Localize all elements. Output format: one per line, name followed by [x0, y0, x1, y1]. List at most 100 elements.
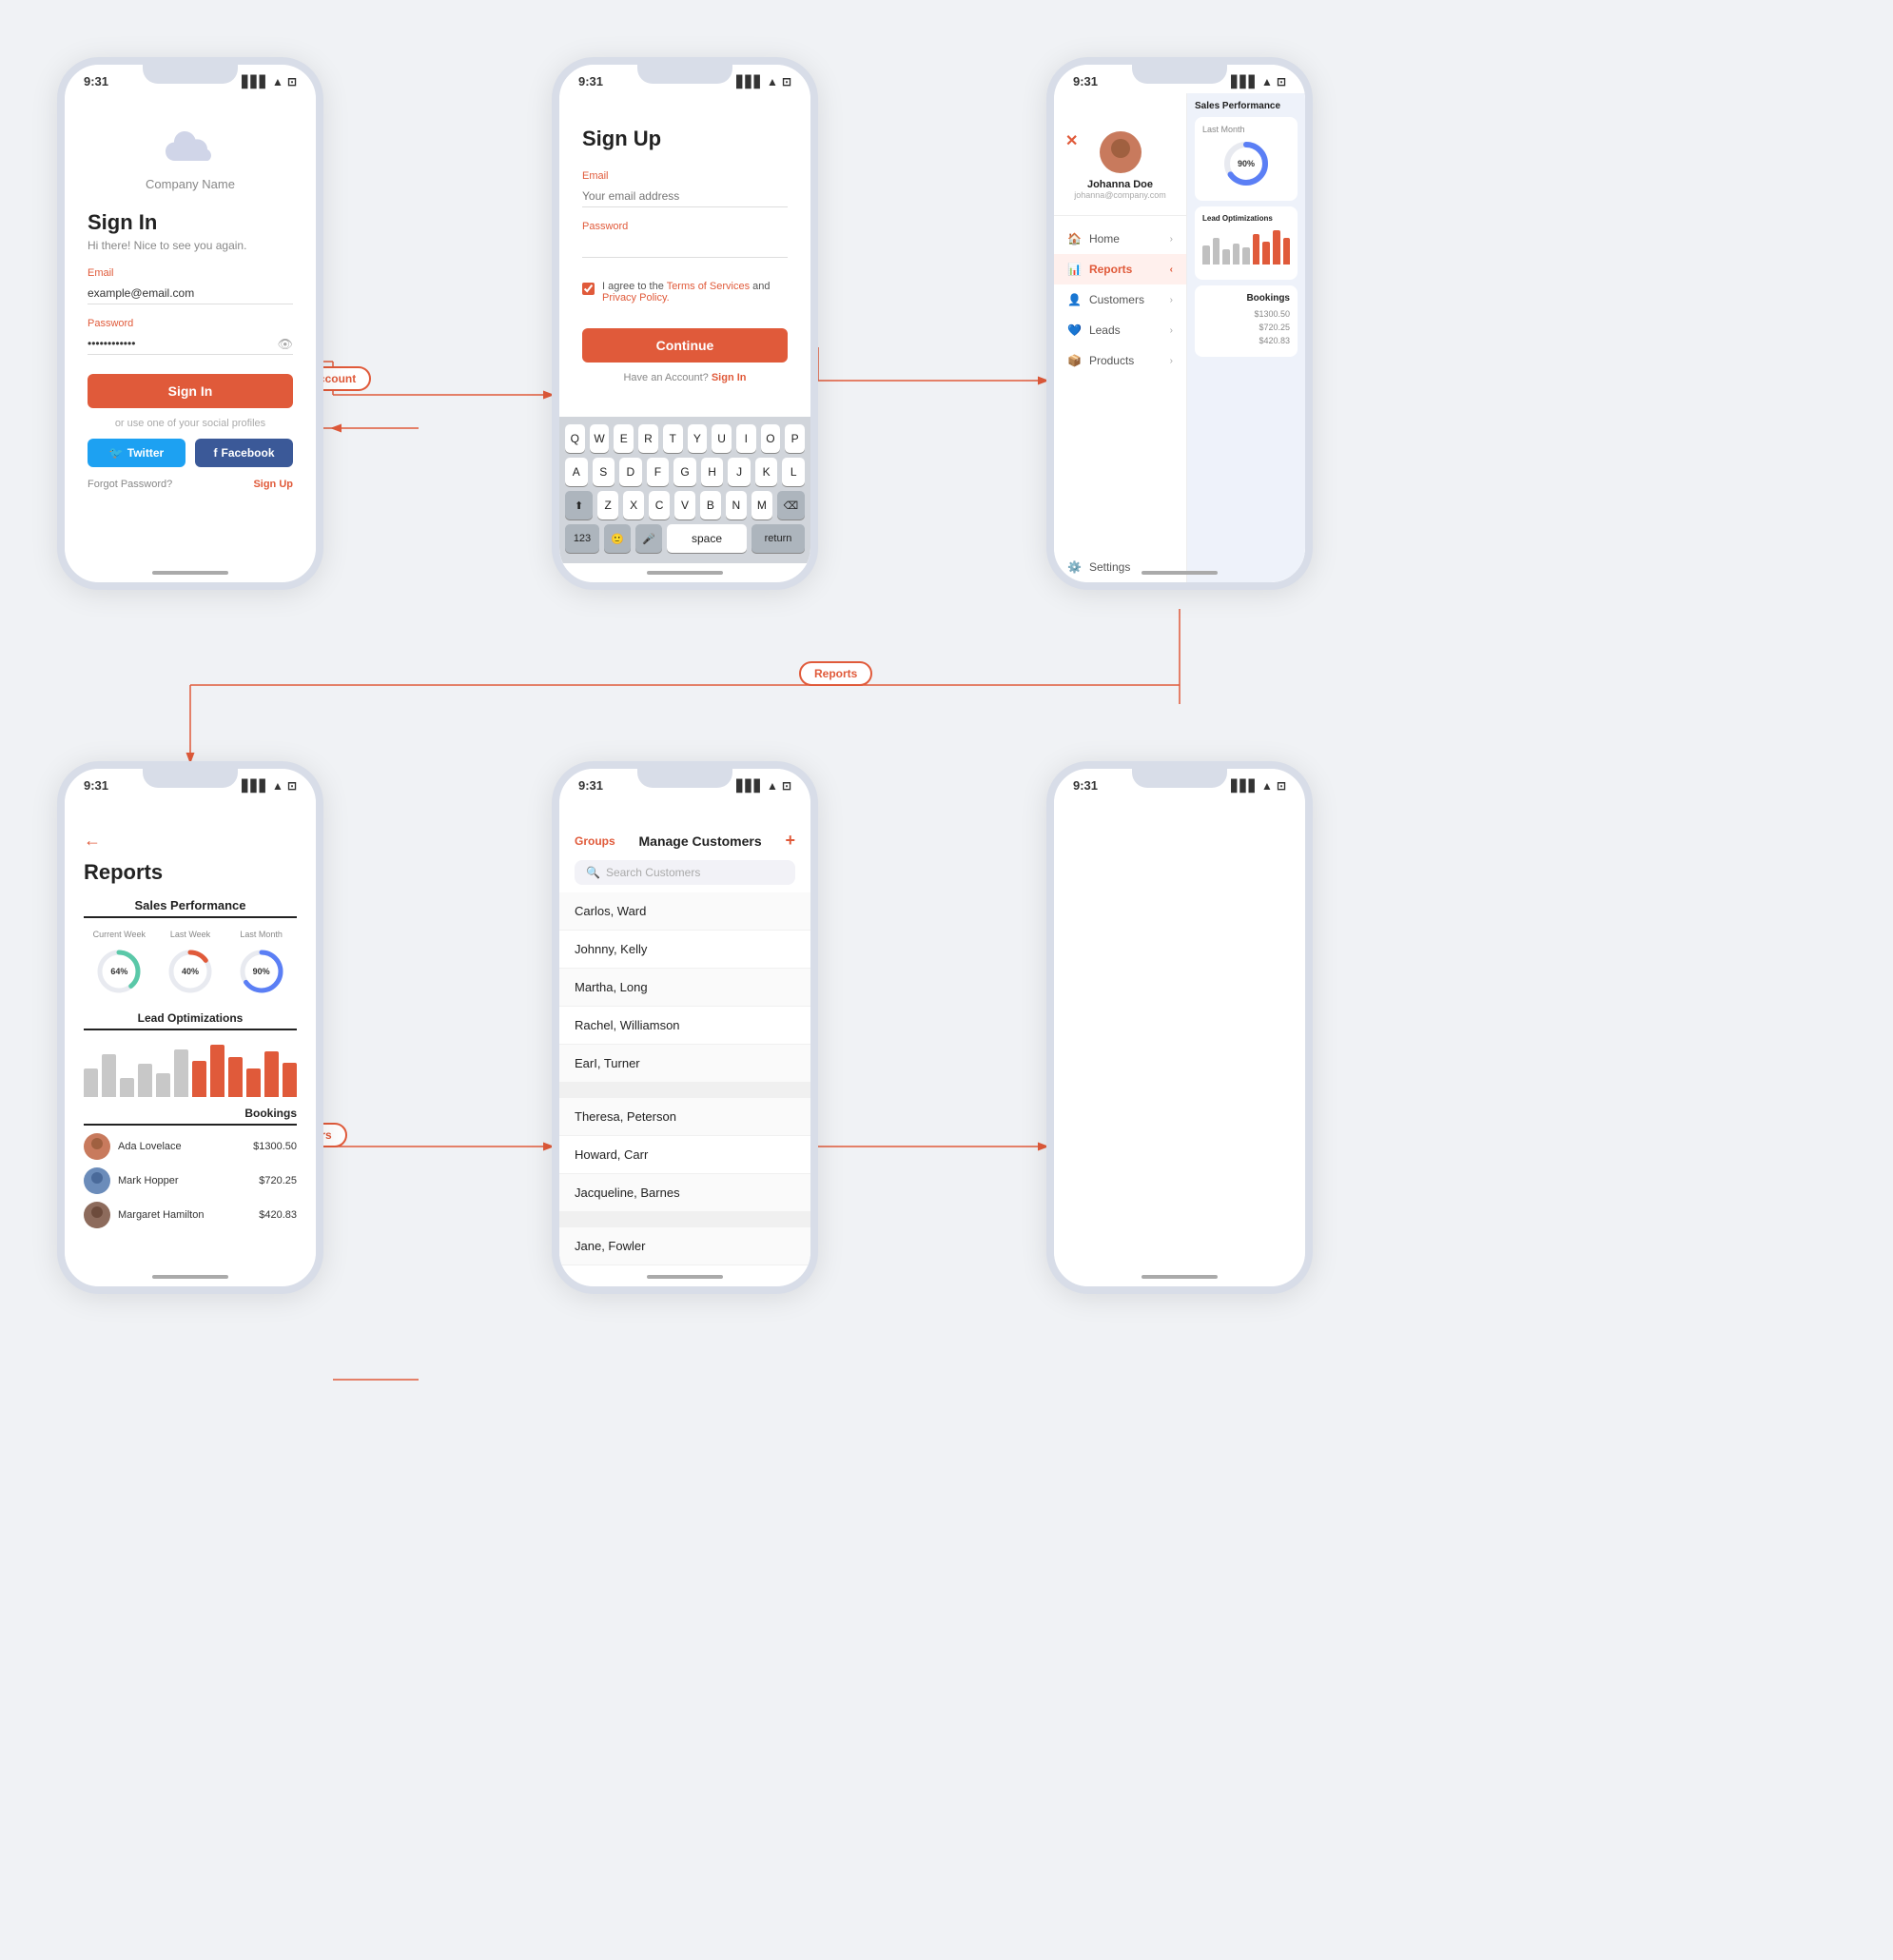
terms-link[interactable]: Terms of Services [667, 281, 750, 292]
customer-gap [559, 1083, 810, 1098]
search-bar[interactable]: 🔍 Search Customers [575, 860, 795, 885]
add-customer-button[interactable]: + [785, 831, 795, 851]
home-indicator-4 [152, 1275, 228, 1279]
email-input-1[interactable] [88, 283, 293, 304]
bar-chart-big [84, 1040, 297, 1097]
key-n[interactable]: N [726, 491, 747, 519]
key-x[interactable]: X [623, 491, 644, 519]
key-v[interactable]: V [674, 491, 695, 519]
status-icons-4: ▋▋▋ ▲ ⊡ [242, 779, 297, 793]
customer-item-2[interactable]: Johnny, Kelly [559, 931, 810, 969]
nav-item-settings[interactable]: ⚙️Settings [1054, 552, 1186, 582]
signin-link[interactable]: Sign In [712, 372, 747, 383]
key-s[interactable]: S [593, 458, 615, 486]
donut-64-label: 64% [110, 967, 127, 976]
key-shift[interactable]: ⬆ [565, 491, 593, 519]
key-q[interactable]: Q [565, 424, 585, 453]
key-e[interactable]: E [614, 424, 634, 453]
panel-title: Sales Performance [1195, 101, 1298, 111]
customer-item-7[interactable]: Howard, Carr [559, 1136, 810, 1174]
key-z[interactable]: Z [597, 491, 618, 519]
password-input-1[interactable] [88, 333, 293, 355]
settings-icon: ⚙️ [1067, 560, 1082, 574]
nav-item-customers[interactable]: 👤Customers › [1054, 284, 1186, 315]
eye-icon[interactable]: 👁 [277, 337, 293, 352]
booking-row-3: $420.83 [1202, 336, 1290, 345]
password-input-2[interactable] [582, 236, 788, 258]
key-l[interactable]: L [782, 458, 805, 486]
current-week-label: Current Week [84, 930, 155, 939]
key-return[interactable]: return [751, 524, 805, 553]
have-account-text: Have an Account? Sign In [582, 372, 788, 383]
nav-item-products[interactable]: 📦Products › [1054, 345, 1186, 376]
customer-item-4[interactable]: Rachel, Williamson [559, 1007, 810, 1045]
terms-checkbox[interactable] [582, 283, 595, 295]
key-space[interactable]: space [667, 524, 747, 553]
key-123[interactable]: 123 [565, 524, 599, 553]
customer-gap-2 [559, 1212, 810, 1227]
search-icon: 🔍 [586, 866, 600, 879]
facebook-button[interactable]: f Facebook [195, 439, 293, 467]
bookings-section-title: Bookings [84, 1107, 297, 1126]
password-label-2: Password [582, 221, 788, 232]
home-icon: 🏠 [1067, 232, 1082, 245]
booking-amount-1: $1300.50 [1254, 309, 1290, 319]
lead-section-title: Lead Optimizations [84, 1011, 297, 1030]
signin-title: Sign In [88, 210, 293, 235]
cloud-icon [162, 127, 219, 169]
key-f[interactable]: F [647, 458, 670, 486]
nav-item-leads[interactable]: 💙Leads › [1054, 315, 1186, 345]
key-mic[interactable]: 🎤 [635, 524, 662, 553]
facebook-label: Facebook [221, 446, 274, 460]
key-c[interactable]: C [649, 491, 670, 519]
booking-item-3: Margaret Hamilton $420.83 [84, 1202, 297, 1228]
key-a[interactable]: A [565, 458, 588, 486]
customer-item-1[interactable]: Carlos, Ward [559, 892, 810, 931]
customer-item-6[interactable]: Theresa, Peterson [559, 1098, 810, 1136]
signin-button[interactable]: Sign In [88, 374, 293, 408]
key-backspace[interactable]: ⌫ [777, 491, 805, 519]
key-g[interactable]: G [673, 458, 696, 486]
email-input-2[interactable] [582, 186, 788, 207]
nav-item-home[interactable]: 🏠Home › [1054, 224, 1186, 254]
signup-link[interactable]: Sign Up [253, 479, 293, 490]
key-emoji[interactable]: 🙂 [604, 524, 631, 553]
key-k[interactable]: K [755, 458, 778, 486]
customers-screen: Groups Manage Customers + 🔍 Search Custo… [559, 796, 810, 1286]
key-t[interactable]: T [663, 424, 683, 453]
home-indicator-5 [647, 1275, 723, 1279]
key-u[interactable]: U [712, 424, 732, 453]
key-j[interactable]: J [728, 458, 751, 486]
booking-row-2: $720.25 [1202, 323, 1290, 332]
customer-item-8[interactable]: Jacqueline, Barnes [559, 1174, 810, 1212]
key-w[interactable]: W [590, 424, 610, 453]
key-d[interactable]: D [619, 458, 642, 486]
privacy-link[interactable]: Privacy Policy. [602, 292, 670, 304]
twitter-button[interactable]: 🐦 Twitter [88, 439, 185, 467]
metric-current-week: Current Week 64% [84, 930, 155, 998]
key-y[interactable]: Y [688, 424, 708, 453]
key-m[interactable]: M [751, 491, 772, 519]
customers-icon: 👤 [1067, 293, 1082, 306]
close-button[interactable]: ✕ [1065, 131, 1078, 150]
groups-link[interactable]: Groups [575, 834, 615, 848]
key-b[interactable]: B [700, 491, 721, 519]
customer-item-5[interactable]: EarI, Turner [559, 1045, 810, 1083]
status-time-5: 9:31 [578, 778, 603, 793]
customer-item-3[interactable]: Martha, Long [559, 969, 810, 1007]
lead-opt-card: Lead Optimizations [1195, 206, 1298, 280]
key-r[interactable]: R [638, 424, 658, 453]
back-arrow[interactable]: ← [84, 831, 297, 851]
key-h[interactable]: H [701, 458, 724, 486]
nav-home-label: Home [1089, 232, 1120, 245]
key-o[interactable]: O [761, 424, 781, 453]
booking-name-1: Ada Lovelace [118, 1141, 245, 1152]
continue-button[interactable]: Continue [582, 328, 788, 363]
products-icon: 📦 [1067, 354, 1082, 367]
key-p[interactable]: P [785, 424, 805, 453]
customer-item-9[interactable]: Jane, Fowler [559, 1227, 810, 1265]
nav-item-reports[interactable]: 📊Reports ‹ [1054, 254, 1186, 284]
home-indicator-6 [1142, 1275, 1218, 1279]
key-i[interactable]: I [736, 424, 756, 453]
phone-detail: 9:31 ▋▋▋ ▲ ⊡ [1046, 761, 1313, 1294]
